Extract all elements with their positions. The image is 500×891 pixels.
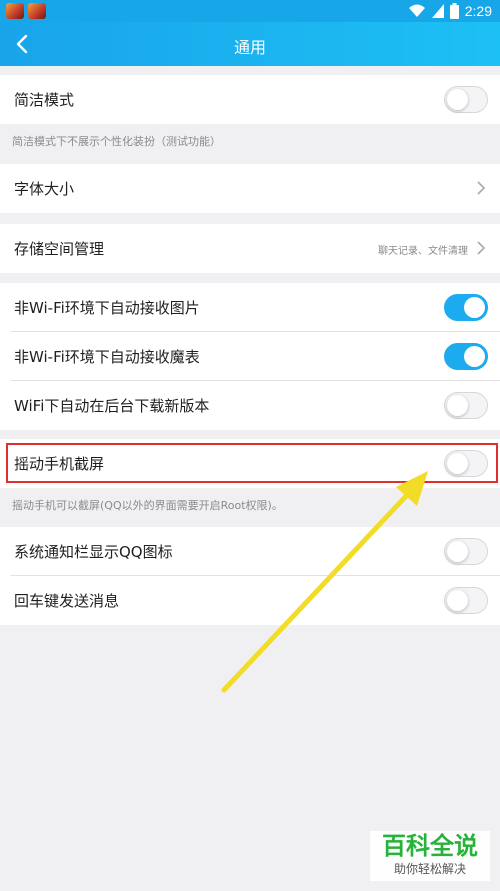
watermark-subtitle: 助你轻松解决 [393, 862, 466, 876]
annotation-arrow [221, 471, 428, 693]
watermark: 百科全说 助你轻松解决 [370, 831, 490, 881]
watermark-title: 百科全说 [382, 832, 478, 860]
